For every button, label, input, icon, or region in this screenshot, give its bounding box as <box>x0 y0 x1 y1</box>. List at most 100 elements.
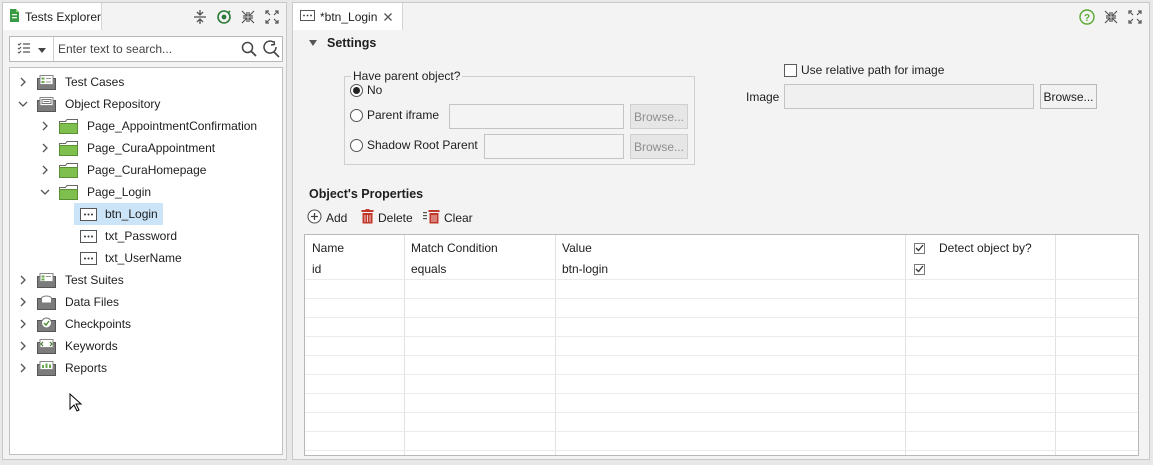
delete-label: Delete <box>378 211 413 225</box>
test-suites-icon <box>36 272 56 288</box>
parent-object-legend: Have parent object? <box>353 69 461 83</box>
tree-item-data-files[interactable]: Data Files <box>16 291 124 313</box>
collapse-arrow-icon <box>309 40 317 46</box>
minimize-icon[interactable] <box>238 7 258 27</box>
tab-btn-login[interactable]: *btn_Login <box>293 3 403 30</box>
tree-item-page-cura-homepage[interactable]: Page_CuraHomepage <box>38 159 211 181</box>
column-header-value[interactable]: Value <box>562 237 592 259</box>
tree-item-page-login[interactable]: Page_Login <box>38 181 156 203</box>
chevron-right-icon[interactable] <box>38 115 52 137</box>
browse-iframe-button[interactable]: Browse... <box>630 104 688 129</box>
radio-no-label: No <box>367 83 383 97</box>
explorer-tree: Test Cases Object Repository Page_Appoin… <box>9 67 283 455</box>
chevron-right-icon[interactable] <box>38 137 52 159</box>
folder-icon <box>58 118 78 134</box>
radio-button[interactable] <box>350 138 363 152</box>
tree-item-label: Test Cases <box>65 75 125 89</box>
cell-match-condition[interactable]: equals <box>411 258 446 280</box>
settings-section-header[interactable]: Settings <box>309 36 376 50</box>
add-button[interactable]: Add <box>307 209 347 227</box>
chevron-right-icon[interactable] <box>16 71 30 93</box>
tree-item-txt-username[interactable]: txt_UserName <box>74 247 187 269</box>
tab-tests-explorer[interactable]: Tests Explorer <box>3 3 102 30</box>
help-icon[interactable]: ? <box>1077 7 1097 27</box>
chevron-right-icon[interactable] <box>38 159 52 181</box>
collapse-all-icon[interactable] <box>190 7 210 27</box>
chevron-right-icon[interactable] <box>16 269 30 291</box>
column-header-name[interactable]: Name <box>312 237 344 259</box>
search-input[interactable] <box>54 37 238 61</box>
tree-item-label: Page_CuraAppointment <box>87 141 216 155</box>
tree-item-page-appointment-confirmation[interactable]: Page_AppointmentConfirmation <box>38 115 262 137</box>
web-element-icon <box>78 228 98 244</box>
folder-icon <box>58 162 78 178</box>
filter-button[interactable] <box>10 37 54 61</box>
maximize-icon[interactable] <box>262 7 282 27</box>
radio-shadow-root-parent[interactable]: Shadow Root Parent <box>350 138 478 152</box>
web-element-icon <box>78 206 98 222</box>
column-header-detect-object-by[interactable]: Detect object by? <box>939 237 1032 259</box>
chevron-down-icon[interactable] <box>16 93 30 115</box>
row-divider <box>305 374 1138 375</box>
select-all-checkbox[interactable] <box>914 242 925 254</box>
tree-item-btn-login[interactable]: btn_Login <box>74 203 163 225</box>
tree-item-txt-password[interactable]: txt_Password <box>74 225 182 247</box>
tests-explorer-header: Tests Explorer <box>3 3 286 31</box>
checkbox[interactable] <box>784 63 797 77</box>
cell-name[interactable]: id <box>312 258 321 280</box>
row-divider <box>305 298 1138 299</box>
tree-item-keywords[interactable]: Keywords <box>16 335 123 357</box>
tree-item-label: Checkpoints <box>65 317 132 331</box>
browse-image-button[interactable]: Browse... <box>1040 84 1097 109</box>
web-element-icon <box>300 9 315 24</box>
tree-item-object-repository[interactable]: Object Repository <box>16 93 165 115</box>
use-relative-path-checkbox[interactable]: Use relative path for image <box>784 63 944 77</box>
tree-item-label: Test Suites <box>65 273 124 287</box>
detect-checkbox[interactable] <box>914 263 925 275</box>
radio-button[interactable] <box>350 108 363 122</box>
parent-iframe-field[interactable] <box>449 104 624 129</box>
chevron-down-icon[interactable] <box>38 181 52 203</box>
shadow-root-field[interactable] <box>484 134 624 159</box>
column-divider <box>1055 235 1056 455</box>
column-header-detect-toggle[interactable] <box>914 237 925 259</box>
svg-text:?: ? <box>1084 13 1090 24</box>
tree-item-test-suites[interactable]: Test Suites <box>16 269 129 291</box>
chevron-right-icon[interactable] <box>16 313 30 335</box>
column-header-match-condition[interactable]: Match Condition <box>411 237 498 259</box>
radio-parent-iframe[interactable]: Parent iframe <box>350 108 439 122</box>
clear-button[interactable]: Clear <box>423 209 473 227</box>
trash-icon <box>361 209 374 227</box>
tree-item-test-cases[interactable]: Test Cases <box>16 71 129 93</box>
tree-item-label: Object Repository <box>65 97 161 111</box>
delete-button[interactable]: Delete <box>361 209 413 227</box>
tree-item-reports[interactable]: Reports <box>16 357 112 379</box>
add-label: Add <box>326 211 348 225</box>
radio-no[interactable]: No <box>350 83 382 97</box>
minimize-icon[interactable] <box>1101 7 1121 27</box>
image-path-field[interactable] <box>784 84 1034 109</box>
add-icon <box>307 209 322 227</box>
column-divider <box>905 235 906 455</box>
reports-icon <box>36 360 56 376</box>
tree-item-checkpoints[interactable]: Checkpoints <box>16 313 136 335</box>
maximize-icon[interactable] <box>1125 7 1145 27</box>
radio-button[interactable] <box>350 83 363 97</box>
advanced-search-icon[interactable] <box>260 37 282 61</box>
link-with-editor-icon[interactable] <box>214 7 234 27</box>
chevron-right-icon[interactable] <box>16 291 30 313</box>
tree-item-label: btn_Login <box>105 207 158 221</box>
chevron-right-icon[interactable] <box>16 335 30 357</box>
tree-item-page-cura-appointment[interactable]: Page_CuraAppointment <box>38 137 220 159</box>
cell-detect-checkbox[interactable] <box>914 258 925 280</box>
row-divider <box>305 450 1138 451</box>
radio-shadow-root-label: Shadow Root Parent <box>367 138 478 152</box>
object-properties-title: Object's Properties <box>309 187 424 201</box>
chevron-right-icon[interactable] <box>16 357 30 379</box>
tree-item-label: Keywords <box>65 339 118 353</box>
search-icon[interactable] <box>238 37 260 61</box>
cell-value[interactable]: btn-login <box>562 258 608 280</box>
close-icon[interactable] <box>383 12 393 22</box>
browse-shadow-root-button[interactable]: Browse... <box>630 134 688 159</box>
column-divider <box>555 235 556 455</box>
